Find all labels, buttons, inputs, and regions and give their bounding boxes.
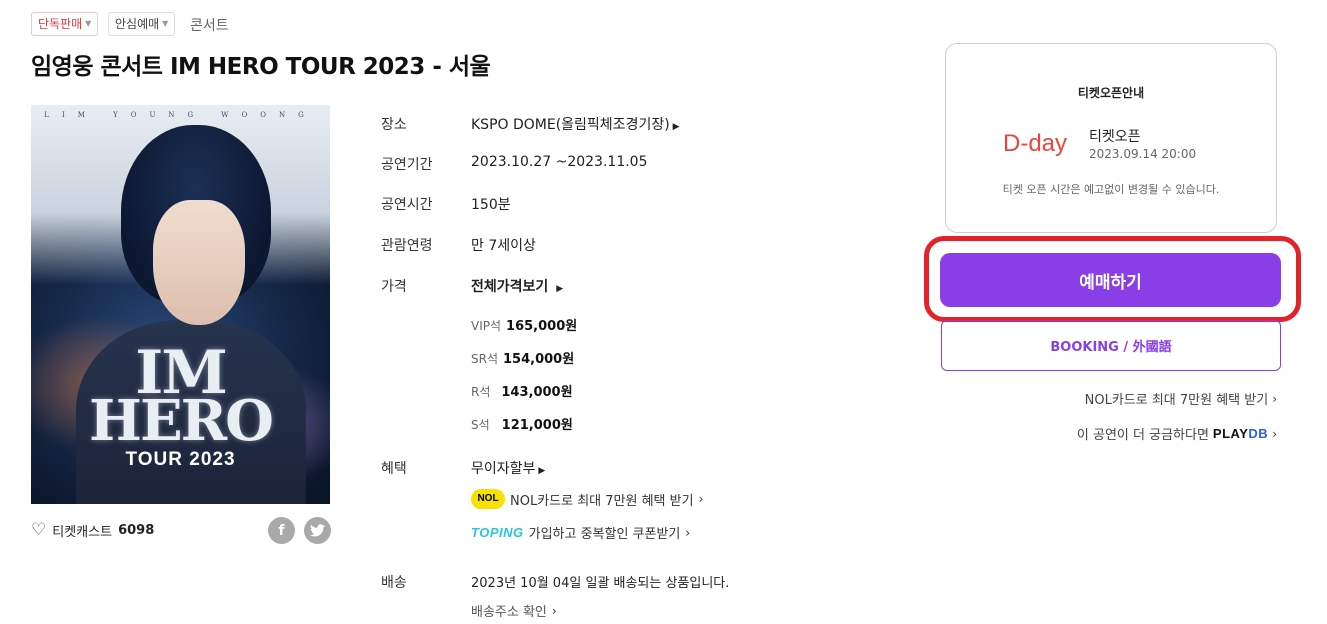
delivery-value: 2023년 10월 04일 일괄 배송되는 상품입니다. [471, 576, 730, 591]
chevron-right-icon: › [1272, 391, 1277, 406]
ticket-open-note: 티켓 오픈 시간은 예고없이 변경될 수 있습니다. [1002, 183, 1220, 196]
chevron-right-icon: › [1272, 426, 1277, 441]
ticketcast[interactable]: ♡ 티켓캐스트 6098 [31, 521, 155, 541]
ticketcast-count: 6098 [118, 523, 155, 538]
venue-label: 장소 [381, 117, 407, 133]
toping-logo-icon: TOPING [471, 525, 524, 540]
safe-booking-tag[interactable]: 안심예매 ▼ [108, 12, 176, 36]
chevron-right-icon: › [685, 525, 691, 540]
ticket-open-label: 티켓오픈 [1089, 129, 1141, 145]
ticket-open-box: 티켓오픈안내 D-day 티켓오픈 2023.09.14 20:00 티켓 오픈… [945, 43, 1277, 233]
poster-title-line3: TOUR 2023 [125, 449, 236, 470]
venue-link[interactable]: KSPO DOME(올림픽체조경기장) ▶ [471, 114, 680, 134]
ticket-open-date: 2023.09.14 20:00 [1089, 147, 1197, 161]
caret-right-icon: ▶ [556, 284, 564, 294]
ticketcast-label: 티켓캐스트 [52, 525, 113, 540]
caret-right-icon: ▶ [538, 466, 546, 476]
delivery-address-link[interactable]: 배송주소 확인 › [471, 601, 557, 621]
chevron-down-icon: ▼ [85, 19, 92, 28]
playdb-link[interactable]: 이 공연이 더 궁금하다면 PLAYDB › [1077, 424, 1277, 443]
price-row: R석 143,000원 [471, 385, 573, 400]
age-value: 만 7세이상 [471, 238, 536, 254]
ticket-open-heading: 티켓오픈안내 [1077, 86, 1145, 100]
period-value: 2023.10.27 ~2023.11.05 [471, 154, 648, 170]
chevron-down-icon: ▼ [162, 19, 169, 28]
reserve-button[interactable]: 예매하기 [940, 253, 1281, 307]
facebook-share-icon[interactable]: f [268, 517, 295, 544]
poster-image[interactable]: LIM YOUNG WOONG IM HERO TOUR 2023 [31, 105, 330, 504]
chevron-right-icon: › [551, 603, 557, 618]
runtime-label: 공연시간 [381, 197, 433, 213]
runtime-value: 150분 [471, 197, 511, 213]
price-row: S석 121,000원 [471, 418, 573, 433]
chevron-right-icon: › [698, 492, 704, 506]
twitter-share-icon[interactable] [304, 517, 331, 544]
poster-artist-name: LIM YOUNG WOONG [44, 111, 317, 119]
dday-badge: D-day [1003, 130, 1068, 157]
benefit-label: 혜택 [381, 461, 407, 477]
price-row: VIP석 165,000원 [471, 319, 578, 334]
caret-right-icon: ▶ [672, 122, 680, 132]
toping-coupon-link[interactable]: TOPING 가입하고 중복할인 쿠폰받기 › [471, 523, 690, 542]
price-label: 가격 [381, 279, 407, 295]
age-label: 관람연령 [381, 238, 433, 254]
nol-card-benefit-link[interactable]: NOL NOL카드로 최대 7만원 혜택 받기 › [471, 489, 703, 509]
page-title: 임영웅 콘서트 IM HERO TOUR 2023 - 서울 [31, 54, 491, 80]
playdb-logo-icon: PLAYDB [1212, 426, 1269, 441]
nol-card-link[interactable]: NOL카드로 최대 7만원 혜택 받기 › [1085, 389, 1277, 409]
genre-label: 콘서트 [190, 18, 229, 34]
period-label: 공연기간 [381, 157, 433, 173]
nol-logo-icon: NOL [471, 489, 505, 509]
booking-foreign-button[interactable]: BOOKING / 外國語 [941, 320, 1281, 371]
price-row: SR석 154,000원 [471, 352, 575, 367]
view-all-prices-link[interactable]: 전체가격보기 ▶ [471, 276, 563, 296]
poster-title-line2: HERO [89, 388, 274, 454]
delivery-label: 배송 [381, 575, 407, 591]
exclusive-sale-tag[interactable]: 단독판매 ▼ [31, 12, 99, 36]
installment-link[interactable]: 무이자할부 ▶ [471, 458, 545, 478]
heart-icon[interactable]: ♡ [31, 522, 46, 539]
